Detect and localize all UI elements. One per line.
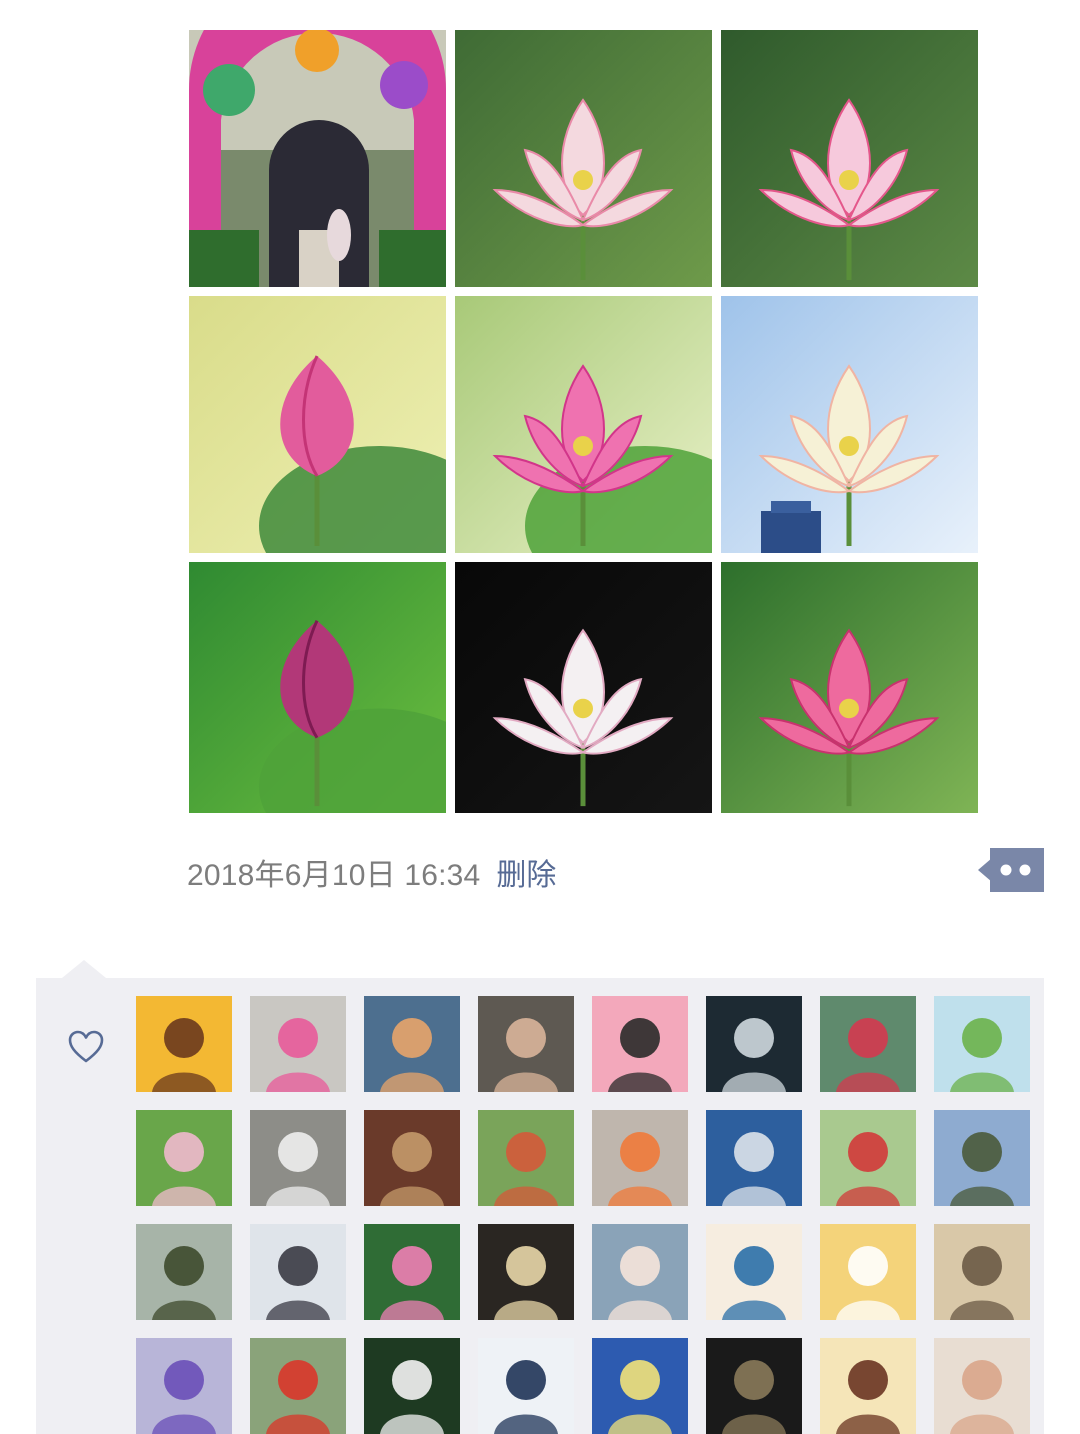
avatar-woman-pink-wall[interactable] [592,996,688,1092]
avatar-man-car[interactable] [478,996,574,1092]
avatar-rabbit-cartoon[interactable] [820,1224,916,1320]
avatar-willow-tree[interactable] [136,1224,232,1320]
avatar-little-prince[interactable] [934,996,1030,1092]
avatar-violet-flowers[interactable] [136,1338,232,1434]
likes-panel-caret [62,960,106,978]
heart-outline-icon [68,1030,104,1064]
photo-lotus-cream-sky[interactable] [721,296,978,553]
delete-link[interactable]: 删除 [496,850,556,894]
avatar-girls-selfie[interactable] [934,1338,1030,1434]
avatar-pink-cosmos[interactable] [250,996,346,1092]
avatar-gerbera-flowers[interactable] [592,1110,688,1206]
avatar-couple-photo[interactable] [250,1224,346,1320]
post-timestamp: 2018年6月10日 16:34 [187,859,481,892]
avatar-red-heart-leaf[interactable] [250,1338,346,1434]
photo-lotus-white-dark[interactable] [455,562,712,813]
photo-lotus-pink-leaves[interactable] [455,296,712,553]
avatar-sun-branch[interactable] [706,996,802,1092]
avatar-egg-calligraphy[interactable] [478,1224,574,1320]
more-dots-icon [978,848,1044,892]
avatar-yellow-blossom[interactable] [592,1338,688,1434]
avatar-trees-sky[interactable] [934,1110,1030,1206]
avatar-eagle-poster[interactable] [478,1338,574,1434]
more-actions-button[interactable] [978,848,1044,892]
photo-lotus-pale-pink[interactable] [455,30,712,287]
avatar-piano-child[interactable] [364,1110,460,1206]
photo-lotus-bud-yellow-bg[interactable] [189,296,446,553]
photo-garden-archway[interactable] [189,30,446,287]
avatar-woman-selfie[interactable] [592,1224,688,1320]
avatar-lotus-pond[interactable] [136,1110,232,1206]
photo-lotus-bud-green[interactable] [189,562,446,813]
avatar-cartoon-bird[interactable] [820,1110,916,1206]
avatar-maruko-cartoon[interactable] [820,1338,916,1434]
avatar-sunset-cloud[interactable] [364,996,460,1092]
photo-lotus-open-pink[interactable] [721,30,978,287]
avatar-man-taichi[interactable] [250,1110,346,1206]
avatar-eiffel-tower[interactable] [934,1224,1030,1320]
avatar-cartoon-painter[interactable] [706,1224,802,1320]
avatar-cartoon-glasses[interactable] [136,996,232,1092]
avatar-alley-night[interactable] [706,1338,802,1434]
avatar-lotus-flowers[interactable] [364,1224,460,1320]
avatar-white-flowers[interactable] [364,1338,460,1434]
avatar-jet-plane[interactable] [706,1110,802,1206]
photo-grid [189,30,979,813]
avatar-girl-grass[interactable] [478,1110,574,1206]
moment-meta: 2018年6月10日 16:34 删除 [187,848,556,896]
avatar-woman-lake[interactable] [820,996,916,1092]
photo-lotus-pink-bloom[interactable] [721,562,978,813]
